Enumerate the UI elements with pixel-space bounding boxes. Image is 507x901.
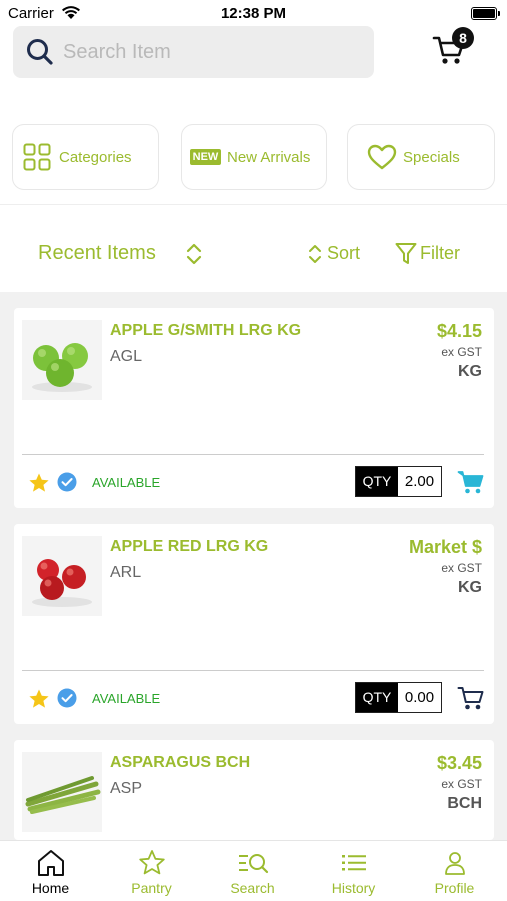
product-unit: KG (458, 363, 482, 380)
product-card[interactable]: ASPARAGUS BCH ASP $3.45 ex GST BCH (14, 740, 494, 840)
tab-pantry[interactable]: Pantry (101, 841, 202, 901)
qty-label: QTY (356, 683, 398, 712)
qty-label: QTY (356, 467, 398, 496)
product-unit: BCH (447, 795, 482, 812)
product-name[interactable]: ASPARAGUS BCH (110, 754, 250, 772)
product-image-red-apples (22, 536, 102, 616)
product-name[interactable]: APPLE RED LRG KG (110, 538, 268, 556)
list-icon (341, 855, 366, 871)
chevron-updown-icon[interactable] (186, 243, 202, 265)
star-icon (138, 850, 165, 875)
person-icon (444, 852, 465, 875)
new-arrivals-label: New Arrivals (227, 149, 311, 166)
tab-label: Pantry (131, 880, 172, 896)
status-bar: Carrier 12:38 PM (0, 0, 507, 28)
product-price: Market $ (408, 537, 482, 557)
product-image-asparagus (22, 752, 102, 832)
divider (22, 670, 484, 671)
divider (22, 454, 484, 455)
tab-bar: Home Pantry Search History Profile (0, 840, 507, 901)
home-icon (37, 850, 64, 876)
product-image-green-apples (22, 320, 102, 400)
add-to-cart-icon[interactable] (457, 469, 485, 495)
tab-home[interactable]: Home (0, 841, 101, 901)
product-unit: KG (458, 579, 482, 596)
qty-input[interactable]: 2.00 (398, 467, 441, 496)
product-card[interactable]: APPLE RED LRG KG ARL Market $ ex GST KG … (14, 524, 494, 724)
product-list[interactable]: APPLE G/SMITH LRG KG AGL $4.15 ex GST KG… (0, 292, 507, 840)
product-code: AGL (110, 348, 143, 365)
product-code: ASP (110, 780, 143, 797)
categories-label: Categories (59, 149, 132, 166)
check-circle-icon (57, 472, 77, 492)
tab-label: Home (31, 880, 70, 896)
product-price: $3.45 (436, 753, 482, 773)
availability-status: AVAILABLE (92, 475, 161, 490)
search-bar[interactable]: Search Item (13, 26, 374, 78)
specials-button[interactable]: Specials (347, 124, 495, 190)
search-icon (27, 39, 53, 65)
recent-items-title[interactable]: Recent Items (38, 242, 156, 265)
tab-label: Search (230, 880, 275, 896)
star-icon[interactable] (28, 472, 50, 494)
divider (0, 204, 507, 205)
search-input[interactable]: Search Item (63, 41, 171, 64)
product-price: $4.15 (436, 321, 482, 341)
tax-note: ex GST (441, 777, 482, 791)
tab-history[interactable]: History (303, 841, 404, 901)
sort-icon[interactable] (308, 243, 322, 265)
categories-button[interactable]: Categories (12, 124, 159, 190)
heart-icon (367, 144, 397, 170)
star-icon[interactable] (28, 688, 50, 710)
tab-search[interactable]: Search (202, 841, 303, 901)
cart-badge: 8 (452, 27, 474, 49)
add-to-cart-icon[interactable] (457, 685, 485, 711)
qty-input[interactable]: 0.00 (398, 683, 441, 712)
status-time: 12:38 PM (220, 5, 287, 22)
tax-note: ex GST (441, 345, 482, 359)
battery-icon (471, 7, 500, 20)
product-card[interactable]: APPLE G/SMITH LRG KG AGL $4.15 ex GST KG… (14, 308, 494, 508)
check-circle-icon (57, 688, 77, 708)
new-arrivals-button[interactable]: NEW New Arrivals (181, 124, 327, 190)
tax-note: ex GST (441, 561, 482, 575)
tab-label: History (331, 880, 376, 896)
grid-icon (23, 143, 51, 171)
tab-label: Profile (434, 880, 475, 896)
product-code: ARL (110, 564, 142, 581)
specials-label: Specials (403, 149, 460, 166)
availability-status: AVAILABLE (92, 691, 161, 706)
filter-button[interactable]: Filter (420, 243, 460, 264)
product-name[interactable]: APPLE G/SMITH LRG KG (110, 322, 301, 340)
search-list-icon (238, 854, 268, 874)
sort-button[interactable]: Sort (327, 243, 360, 264)
tab-profile[interactable]: Profile (404, 841, 505, 901)
quantity-field[interactable]: QTY 2.00 (355, 466, 442, 497)
filter-icon[interactable] (395, 242, 417, 266)
new-badge-icon: NEW (190, 149, 221, 165)
quantity-field[interactable]: QTY 0.00 (355, 682, 442, 713)
